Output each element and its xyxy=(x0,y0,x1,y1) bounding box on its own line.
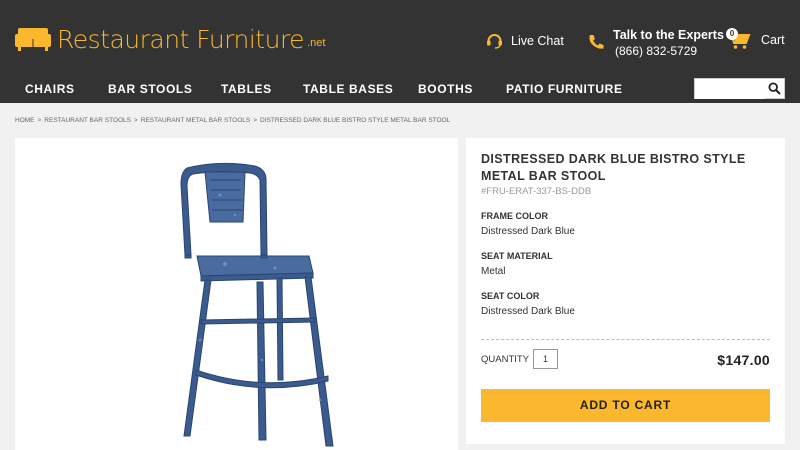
spec-value-frame-color: Distressed Dark Blue xyxy=(481,226,575,237)
phone-icon xyxy=(589,35,604,49)
product-sku: #FRU-ERAT-337-BS-DDB xyxy=(481,186,592,197)
spec-label-frame-color: FRAME COLOR xyxy=(481,211,548,221)
breadcrumb-separator: > xyxy=(253,117,258,124)
breadcrumb-separator: > xyxy=(37,117,42,124)
nav-item-table-bases[interactable]: TABLE BASES xyxy=(303,82,393,96)
product-image-bar-stool[interactable] xyxy=(165,160,340,450)
logo-tld: .net xyxy=(307,37,326,49)
breadcrumb-current-product: DISTRESSED DARK BLUE BISTRO STYLE METAL … xyxy=(260,117,451,124)
spec-value-seat-color: Distressed Dark Blue xyxy=(481,306,575,317)
cart-count-badge: 0 xyxy=(726,28,738,40)
breadcrumb: HOME > RESTAURANT BAR STOOLS > RESTAURANT ME… xyxy=(15,117,450,124)
nav-item-booths[interactable]: BOOTHS xyxy=(418,82,473,96)
product-title: DISTRESSED DARK BLUE BISTRO STYLE METAL … xyxy=(481,152,746,183)
breadcrumb-restaurant-bar-stools[interactable]: RESTAURANT BAR STOOLS xyxy=(44,117,131,124)
search-box xyxy=(694,78,785,99)
logo-text: Restaurant Furniture xyxy=(57,24,305,54)
product-image-panel xyxy=(15,138,458,450)
nav-item-patio-furniture[interactable]: PATIO FURNITURE xyxy=(506,82,623,96)
divider xyxy=(481,339,770,340)
product-price: $147.00 xyxy=(717,352,770,368)
cart-label: Cart xyxy=(761,33,785,47)
experts-phone[interactable]: (866) 832-5729 xyxy=(615,44,724,58)
quantity-input[interactable]: 1 xyxy=(533,349,558,369)
site-logo[interactable]: Restaurant Furniture .net xyxy=(15,22,325,56)
spec-label-seat-color: SEAT COLOR xyxy=(481,291,540,301)
live-chat-label: Live Chat xyxy=(511,33,564,48)
search-icon[interactable] xyxy=(768,82,781,95)
breadcrumb-restaurant-metal-bar-stools[interactable]: RESTAURANT METAL BAR STOOLS xyxy=(141,117,250,124)
cart-link[interactable]: 0 Cart xyxy=(726,28,785,50)
header-bar: Restaurant Furniture .net Live Chat Talk… xyxy=(0,0,800,75)
quantity-label: QUANTITY xyxy=(481,354,530,365)
add-to-cart-button[interactable]: ADD TO CART xyxy=(481,389,770,422)
headset-icon xyxy=(487,34,502,49)
talk-to-experts[interactable]: Talk to the Experts (866) 832-5729 xyxy=(587,28,724,58)
breadcrumb-separator: > xyxy=(133,117,138,124)
spec-label-seat-material: SEAT MATERIAL xyxy=(481,251,553,261)
search-input[interactable] xyxy=(695,79,765,99)
main-nav: CHAIRS BAR STOOLS TABLES TABLE BASES BOO… xyxy=(0,75,800,103)
nav-item-tables[interactable]: TABLES xyxy=(221,82,272,96)
experts-title: Talk to the Experts xyxy=(613,28,724,42)
breadcrumb-home[interactable]: HOME xyxy=(15,117,35,124)
live-chat-link[interactable]: Live Chat xyxy=(486,32,564,49)
nav-item-bar-stools[interactable]: BAR STOOLS xyxy=(108,82,192,96)
product-info-panel: DISTRESSED DARK BLUE BISTRO STYLE METAL … xyxy=(466,138,785,444)
spec-value-seat-material: Metal xyxy=(481,266,506,277)
sofa-icon xyxy=(15,28,51,51)
nav-item-chairs[interactable]: CHAIRS xyxy=(25,82,75,96)
